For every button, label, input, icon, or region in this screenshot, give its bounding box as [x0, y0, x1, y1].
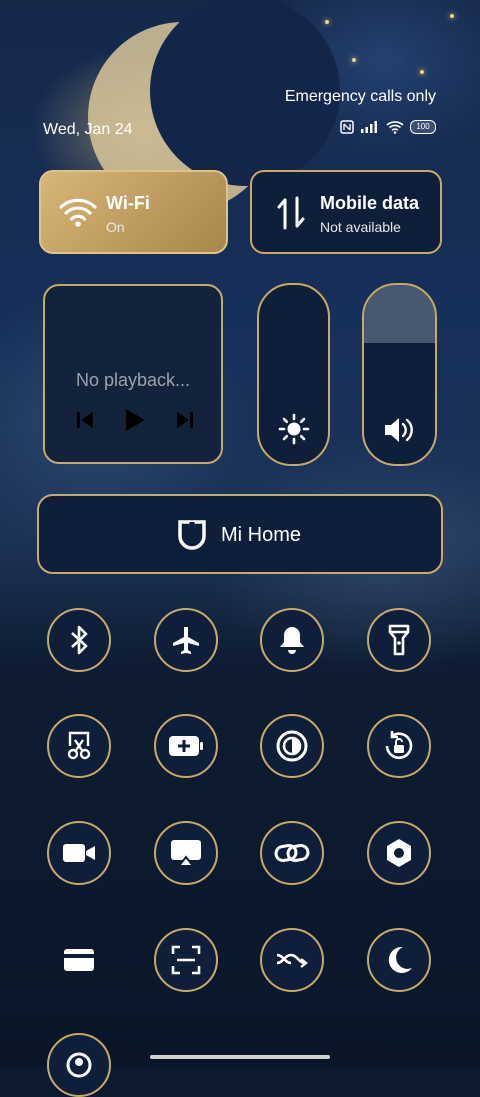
battery-indicator: 100: [410, 120, 436, 134]
previous-track-icon[interactable]: [75, 410, 95, 430]
wifi-icon: [59, 198, 97, 227]
home-indicator[interactable]: [150, 1055, 330, 1059]
bell-icon: [280, 627, 304, 654]
link-icon: [274, 843, 310, 863]
bluetooth-toggle[interactable]: [47, 608, 111, 672]
carrier-status: Emergency calls only: [284, 88, 436, 105]
rotation-lock-icon: [385, 731, 413, 760]
flashlight-toggle[interactable]: [367, 608, 431, 672]
bluetooth-icon: [71, 625, 88, 655]
mobile-data-tile[interactable]: Mobile data Not available: [250, 170, 442, 254]
wallet-toggle[interactable]: [47, 928, 111, 992]
flashlight-icon: [388, 624, 410, 656]
airplane-mode-toggle[interactable]: [154, 608, 218, 672]
ringer-toggle[interactable]: [260, 608, 324, 672]
wifi-title: Wi-Fi: [106, 193, 150, 213]
dark-mode-toggle[interactable]: [260, 714, 324, 778]
moon-icon: [388, 946, 412, 973]
do-not-disturb-toggle[interactable]: [367, 928, 431, 992]
date-label: Wed, Jan 24: [43, 121, 133, 138]
nfc-icon: [340, 120, 354, 134]
airplane-icon: [173, 627, 199, 654]
cast-toggle[interactable]: [154, 821, 218, 885]
mi-home-label: Mi Home: [221, 524, 302, 546]
volume-slider[interactable]: [362, 283, 437, 466]
volume-slider-empty: [364, 285, 435, 343]
battery-saver-icon: [169, 736, 203, 756]
mi-home-button[interactable]: Mi Home: [37, 494, 443, 574]
settings-toggle[interactable]: [367, 821, 431, 885]
signal-icon: [361, 121, 377, 133]
wifi-status-icon: [386, 121, 404, 134]
mobile-data-subtitle: Not available: [320, 219, 401, 235]
location-toggle[interactable]: [47, 1033, 111, 1097]
battery-saver-toggle[interactable]: [154, 714, 218, 778]
status-icons: 100: [340, 120, 436, 134]
dark-contrast-icon: [276, 730, 308, 762]
scanner-toggle[interactable]: [154, 928, 218, 992]
shuffle-icon: [276, 953, 308, 968]
wifi-subtitle: On: [106, 219, 125, 235]
star: [352, 58, 356, 62]
wifi-tile[interactable]: Wi-Fi On: [39, 170, 228, 254]
next-track-icon[interactable]: [175, 410, 195, 430]
rotation-lock-toggle[interactable]: [367, 714, 431, 778]
shuffle-toggle[interactable]: [260, 928, 324, 992]
screen-recorder-toggle[interactable]: [47, 821, 111, 885]
card-icon: [64, 949, 94, 971]
location-pin-icon: [66, 1052, 92, 1078]
scan-icon: [171, 945, 201, 975]
media-player-tile[interactable]: No playback...: [43, 284, 223, 464]
brightness-icon: [278, 413, 310, 450]
screenshot-toggle[interactable]: [47, 714, 111, 778]
link-toggle[interactable]: [260, 821, 324, 885]
screenshot-scissors-icon: [67, 731, 91, 760]
video-camera-icon: [63, 844, 95, 862]
media-status: No playback...: [75, 370, 191, 390]
volume-icon: [383, 415, 417, 450]
star: [450, 14, 454, 18]
play-icon[interactable]: [123, 408, 147, 432]
hexagon-settings-icon: [387, 839, 411, 867]
mobile-data-title: Mobile data: [320, 193, 420, 213]
brightness-slider[interactable]: [257, 283, 330, 466]
mobile-data-icon: [277, 196, 305, 230]
cast-screen-icon: [171, 840, 201, 867]
star: [325, 20, 329, 24]
mi-home-icon: [178, 520, 206, 550]
star: [420, 70, 424, 74]
